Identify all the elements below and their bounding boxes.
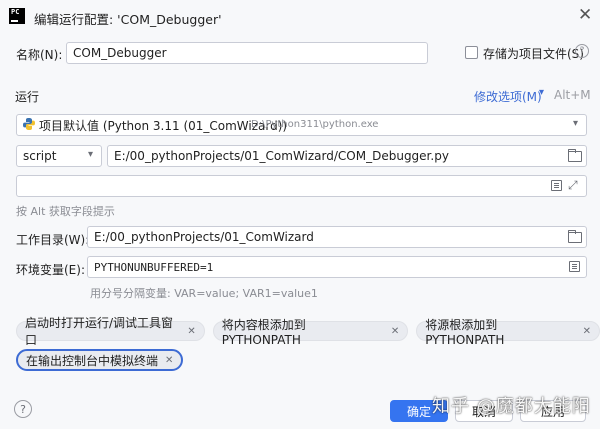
- working-directory-input[interactable]: E:/00_pythonProjects/01_ComWizard: [87, 226, 587, 248]
- python-icon: [23, 118, 35, 130]
- close-icon[interactable]: ✕: [391, 326, 399, 337]
- dialog-title: 编辑运行配置: 'COM_Debugger': [34, 12, 222, 27]
- working-directory-value: E:/00_pythonProjects/01_ComWizard: [94, 230, 314, 244]
- interpreter-name: 项目默认值 (Python 3.11 (01_ComWizard)): [39, 119, 288, 133]
- chevron-down-icon[interactable]: ▾: [573, 118, 578, 129]
- folder-icon[interactable]: [568, 149, 582, 162]
- help-button[interactable]: ?: [14, 400, 32, 418]
- close-icon[interactable]: ✕: [583, 326, 591, 337]
- script-type-value: script: [23, 149, 57, 163]
- script-parameters-input[interactable]: [16, 175, 587, 197]
- help-icon[interactable]: ?: [575, 44, 589, 58]
- chip-open-run-tool-window[interactable]: 启动时打开运行/调试工具窗口 ✕: [16, 316, 205, 347]
- modify-options-shortcut: Alt+M: [554, 88, 591, 102]
- close-icon[interactable]: ✕: [187, 326, 195, 337]
- list-icon[interactable]: [569, 261, 580, 272]
- field-hint: 按 Alt 获取字段提示: [16, 205, 115, 218]
- chip-label: 将源根添加到 PYTHONPATH: [425, 317, 505, 347]
- script-path-input[interactable]: E:/00_pythonProjects/01_ComWizard/COM_De…: [107, 145, 587, 167]
- close-icon[interactable]: ✕: [578, 6, 592, 24]
- app-icon-bar: [11, 20, 18, 22]
- chip-label: 在输出控制台中模拟终端: [26, 353, 159, 368]
- environment-variables-hint: 用分号分隔变量: VAR=value; VAR1=value1: [90, 287, 318, 300]
- pycharm-app-icon: PC: [9, 8, 25, 24]
- expand-icon[interactable]: ⤢: [568, 178, 578, 193]
- close-icon[interactable]: ✕: [165, 355, 173, 366]
- option-chips-row: 启动时打开运行/调试工具窗口 ✕ 将内容根添加到 PYTHONPATH ✕ 将源…: [16, 316, 600, 347]
- list-icon[interactable]: [551, 180, 562, 191]
- script-path-value: E:/00_pythonProjects/01_ComWizard/COM_De…: [114, 149, 449, 163]
- name-label: 名称(N):: [16, 48, 63, 62]
- environment-variables-value: PYTHONUNBUFFERED=1: [94, 260, 214, 274]
- chip-emulate-terminal[interactable]: 在输出控制台中模拟终端 ✕: [16, 349, 184, 371]
- app-icon-text: PC: [11, 8, 20, 16]
- chevron-down-icon[interactable]: ▾: [539, 87, 544, 98]
- interpreter-path: D:\Python311\python.exe: [251, 119, 379, 130]
- store-as-project-file-label[interactable]: 存储为项目文件(S): [483, 45, 584, 62]
- chip-add-source-roots[interactable]: 将源根添加到 PYTHONPATH ✕: [416, 318, 600, 347]
- store-as-project-file-checkbox[interactable]: [465, 46, 478, 59]
- environment-variables-input[interactable]: PYTHONUNBUFFERED=1: [87, 256, 587, 278]
- name-input[interactable]: COM_Debugger: [66, 42, 428, 64]
- modify-options-link[interactable]: 修改选项(M): [474, 88, 542, 105]
- run-section-title: 运行: [15, 90, 40, 104]
- chip-add-content-roots[interactable]: 将内容根添加到 PYTHONPATH ✕: [212, 318, 409, 347]
- name-input-value: COM_Debugger: [73, 46, 167, 60]
- chip-label: 启动时打开运行/调试工具窗口: [25, 316, 174, 347]
- environment-variables-label: 环境变量(E):: [16, 263, 85, 277]
- chevron-down-icon[interactable]: ▾: [88, 149, 93, 160]
- folder-icon[interactable]: [568, 230, 582, 243]
- working-directory-label: 工作目录(W):: [16, 233, 90, 247]
- chip-label: 将内容根添加到 PYTHONPATH: [221, 317, 306, 347]
- zhihu-watermark: 知乎 @魔都大能阳: [432, 396, 591, 417]
